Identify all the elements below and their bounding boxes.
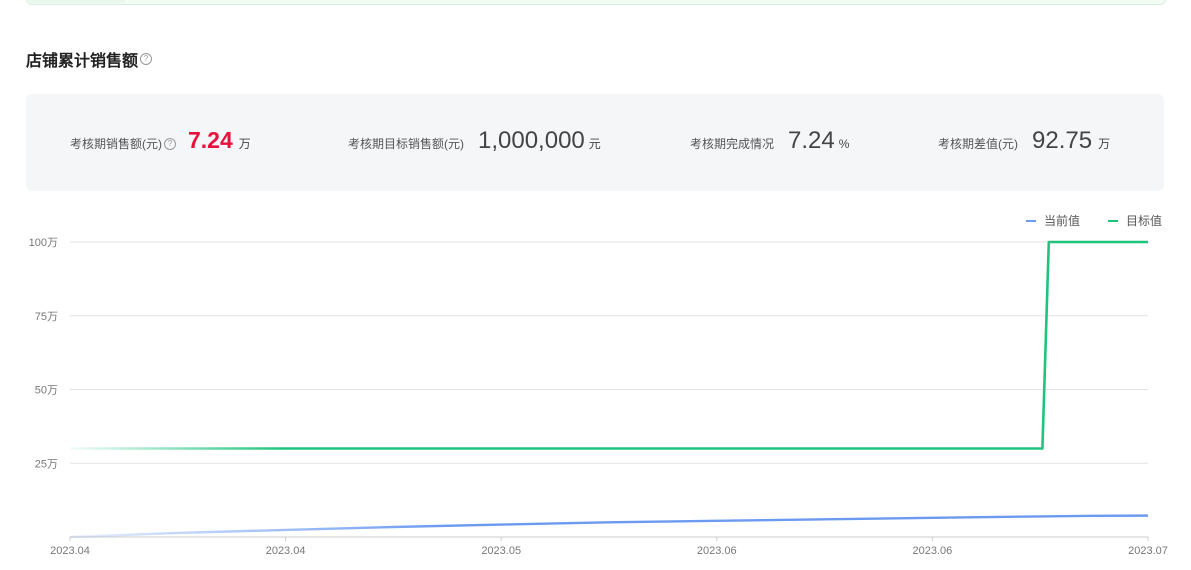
line-chart: 25万 50万 75万 100万 2023.04 2023.04 2023.05 2023.0… (29, 237, 1168, 557)
x-tick-label: 2023.04 (50, 545, 90, 557)
x-tick-label: 2023.07 (1128, 545, 1168, 557)
help-icon[interactable]: ? (140, 53, 153, 65)
x-tick-label: 2023.06 (697, 545, 737, 557)
y-tick-label: 75万 (35, 311, 58, 323)
stat-label: 考核期差值(元) (938, 137, 1018, 151)
series-line-target[interactable] (70, 240, 1148, 450)
stat-label: 考核期目标销售额(元) (348, 137, 464, 151)
y-tick-label: 25万 (35, 458, 58, 470)
series-line-current[interactable] (69, 514, 1149, 539)
stat-label: 考核期完成情况 (690, 137, 775, 151)
stat-value: 7.24 (788, 127, 835, 154)
help-icon[interactable]: ? (164, 137, 176, 150)
stat-target-sales: 考核期目标销售额(元) 1,000,000 元 (348, 127, 601, 155)
previous-card-tab (27, 0, 125, 3)
x-tick-label: 2023.06 (913, 545, 953, 557)
section-title-text: 店铺累计销售额 (26, 53, 139, 70)
stat-label: 考核期销售额(元) ? (70, 135, 176, 152)
stat-unit: 元 (588, 137, 601, 151)
previous-card-edge (26, 0, 1166, 5)
stat-unit: 万 (1098, 137, 1111, 151)
stat-unit: % (838, 137, 850, 151)
stat-value: 7.24 (188, 127, 233, 153)
stat-difference: 考核期差值(元) 92.75 万 (938, 127, 1110, 155)
x-tick-label: 2023.04 (266, 545, 306, 557)
y-tick-label: 100万 (29, 237, 58, 249)
section-title: 店铺累计销售额 ? (26, 47, 153, 71)
stat-unit: 万 (238, 137, 251, 151)
stat-value: 92.75 (1032, 127, 1093, 154)
stat-value: 1,000,000 (478, 127, 585, 154)
stat-period-sales: 考核期销售额(元) ? 7.24 万 (70, 127, 251, 154)
stat-label-text: 考核期销售额(元) (70, 137, 162, 151)
x-tick-label: 2023.05 (481, 545, 521, 557)
y-tick-label: 50万 (35, 385, 58, 397)
stat-completion: 考核期完成情况 7.24 % (690, 127, 849, 155)
stats-panel: 考核期销售额(元) ? 7.24 万 考核期目标销售额(元) 1,000,000… (26, 94, 1164, 191)
